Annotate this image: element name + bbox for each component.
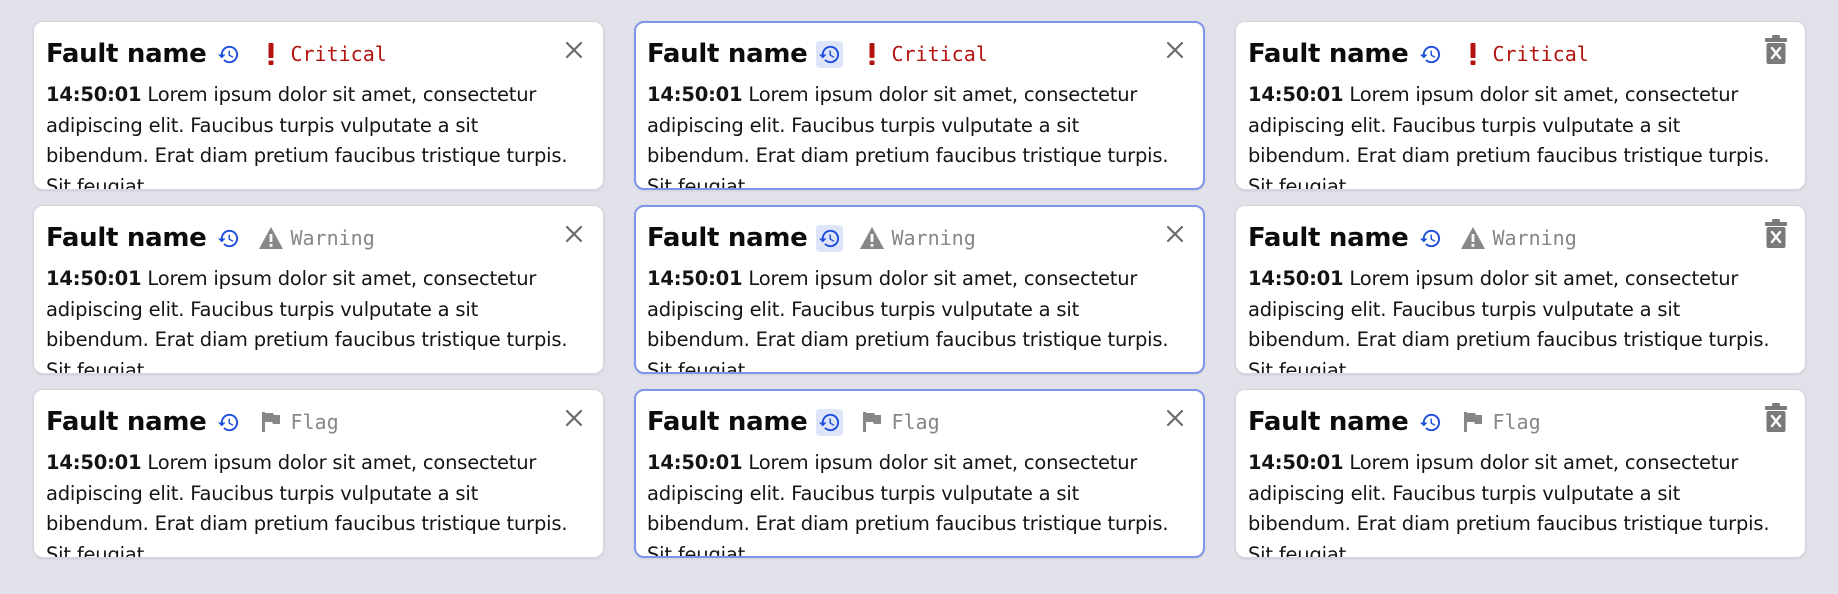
warning-icon xyxy=(258,225,284,251)
flag-icon xyxy=(1460,409,1486,435)
close-icon[interactable] xyxy=(1160,219,1190,249)
fault-time: 14:50:01 xyxy=(647,267,743,290)
severity-badge: Critical xyxy=(859,41,988,67)
close-icon[interactable] xyxy=(1160,35,1190,65)
severity-badge: Warning xyxy=(859,225,976,251)
fault-time: 14:50:01 xyxy=(46,267,142,290)
trash-icon[interactable] xyxy=(1761,219,1791,249)
fault-title: Fault name xyxy=(46,223,207,253)
severity-label: Critical xyxy=(1492,42,1589,66)
fault-card-header: Fault name Flag xyxy=(1248,404,1759,440)
fault-message: 14:50:01 Lorem ipsum dolor sit amet, con… xyxy=(46,264,586,373)
severity-label: Warning xyxy=(891,226,976,250)
severity-badge: Flag xyxy=(859,409,940,435)
history-icon[interactable] xyxy=(1417,409,1444,436)
fault-title: Fault name xyxy=(1248,407,1409,437)
exclamation-icon xyxy=(258,41,284,67)
severity-badge: Flag xyxy=(258,409,339,435)
fault-time: 14:50:01 xyxy=(1248,83,1344,106)
fault-title: Fault name xyxy=(647,39,808,69)
history-icon[interactable] xyxy=(215,225,242,252)
history-icon[interactable] xyxy=(215,409,242,436)
flag-icon xyxy=(258,409,284,435)
trash-icon[interactable] xyxy=(1761,403,1791,433)
history-icon[interactable] xyxy=(1417,41,1444,68)
severity-badge: Flag xyxy=(1460,409,1541,435)
fault-card[interactable]: Fault name Warning 14:50:01 Lorem ipsum … xyxy=(33,205,604,374)
history-icon[interactable] xyxy=(215,41,242,68)
fault-title: Fault name xyxy=(1248,223,1409,253)
exclamation-icon xyxy=(859,41,885,67)
close-icon[interactable] xyxy=(559,219,589,249)
severity-label: Critical xyxy=(891,42,988,66)
fault-title: Fault name xyxy=(46,39,207,69)
severity-label: Flag xyxy=(290,410,339,434)
fault-time: 14:50:01 xyxy=(647,83,743,106)
history-icon[interactable] xyxy=(816,408,844,436)
fault-card[interactable]: Fault name Warning 14:50:01 Lorem ipsum … xyxy=(1235,205,1806,374)
fault-title: Fault name xyxy=(647,223,808,253)
fault-card-header: Fault name Warning xyxy=(46,220,557,256)
fault-card[interactable]: Fault name Flag 14:50:01 Lorem ipsum dol… xyxy=(33,389,604,558)
fault-time: 14:50:01 xyxy=(46,451,142,474)
fault-title: Fault name xyxy=(647,407,808,437)
close-icon[interactable] xyxy=(1160,403,1190,433)
fault-card-selected[interactable]: Fault name Flag 14:50:01 Lorem ipsum dol… xyxy=(634,389,1205,558)
fault-title: Fault name xyxy=(46,407,207,437)
fault-card-header: Fault name Critical xyxy=(46,36,557,72)
severity-badge: Warning xyxy=(258,225,375,251)
fault-card[interactable]: Fault name Flag 14:50:01 Lorem ipsum dol… xyxy=(1235,389,1806,558)
severity-badge: Critical xyxy=(1460,41,1589,67)
fault-card-grid: Fault name Critical 14:50:01 Lorem ipsum… xyxy=(33,21,1806,558)
fault-card-header: Fault name Warning xyxy=(647,220,1158,256)
fault-message: 14:50:01 Lorem ipsum dolor sit amet, con… xyxy=(1248,448,1788,557)
fault-message: 14:50:01 Lorem ipsum dolor sit amet, con… xyxy=(1248,264,1788,373)
severity-label: Flag xyxy=(1492,410,1541,434)
severity-label: Warning xyxy=(290,226,375,250)
fault-time: 14:50:01 xyxy=(1248,451,1344,474)
severity-label: Flag xyxy=(891,410,940,434)
fault-message: 14:50:01 Lorem ipsum dolor sit amet, con… xyxy=(647,448,1187,556)
fault-card-selected[interactable]: Fault name Critical 14:50:01 Lorem ipsum… xyxy=(634,21,1205,190)
fault-card-header: Fault name Critical xyxy=(1248,36,1759,72)
fault-card-selected[interactable]: Fault name Warning 14:50:01 Lorem ipsum … xyxy=(634,205,1205,374)
fault-card[interactable]: Fault name Critical 14:50:01 Lorem ipsum… xyxy=(33,21,604,190)
fault-time: 14:50:01 xyxy=(46,83,142,106)
warning-icon xyxy=(1460,225,1486,251)
warning-icon xyxy=(859,225,885,251)
history-icon[interactable] xyxy=(1417,225,1444,252)
history-icon[interactable] xyxy=(816,224,844,252)
fault-time: 14:50:01 xyxy=(1248,267,1344,290)
severity-label: Warning xyxy=(1492,226,1577,250)
fault-card[interactable]: Fault name Critical 14:50:01 Lorem ipsum… xyxy=(1235,21,1806,190)
fault-card-header: Fault name Flag xyxy=(46,404,557,440)
fault-message: 14:50:01 Lorem ipsum dolor sit amet, con… xyxy=(647,80,1187,188)
flag-icon xyxy=(859,409,885,435)
close-icon[interactable] xyxy=(559,403,589,433)
severity-badge: Critical xyxy=(258,41,387,67)
severity-badge: Warning xyxy=(1460,225,1577,251)
severity-label: Critical xyxy=(290,42,387,66)
fault-message: 14:50:01 Lorem ipsum dolor sit amet, con… xyxy=(46,448,586,557)
fault-message: 14:50:01 Lorem ipsum dolor sit amet, con… xyxy=(46,80,586,189)
fault-title: Fault name xyxy=(1248,39,1409,69)
fault-time: 14:50:01 xyxy=(647,451,743,474)
trash-icon[interactable] xyxy=(1761,35,1791,65)
fault-card-header: Fault name Warning xyxy=(1248,220,1759,256)
exclamation-icon xyxy=(1460,41,1486,67)
fault-card-header: Fault name Critical xyxy=(647,36,1158,72)
history-icon[interactable] xyxy=(816,40,844,68)
fault-message: 14:50:01 Lorem ipsum dolor sit amet, con… xyxy=(647,264,1187,372)
fault-message: 14:50:01 Lorem ipsum dolor sit amet, con… xyxy=(1248,80,1788,189)
fault-card-header: Fault name Flag xyxy=(647,404,1158,440)
close-icon[interactable] xyxy=(559,35,589,65)
